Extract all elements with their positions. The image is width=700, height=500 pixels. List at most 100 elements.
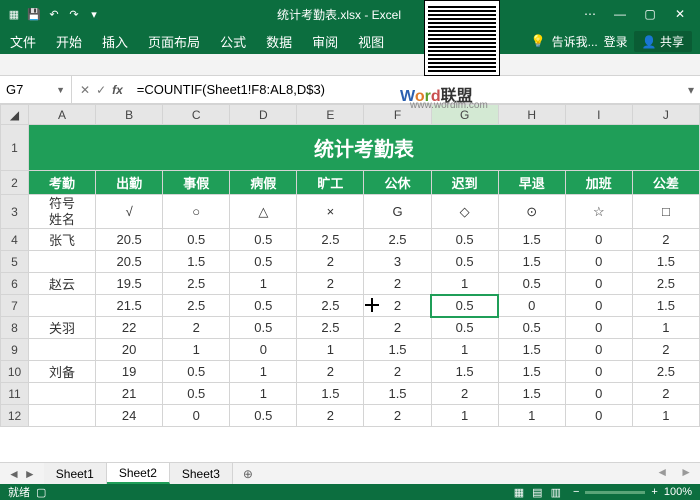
- sym-cell[interactable]: ○: [163, 195, 230, 229]
- data-cell[interactable]: 2: [632, 229, 699, 251]
- namebox-dropdown-icon[interactable]: ▼: [56, 85, 65, 95]
- data-cell[interactable]: 1.5: [163, 251, 230, 273]
- login-link[interactable]: 登录: [604, 33, 628, 50]
- col-H[interactable]: H: [498, 105, 565, 125]
- data-cell[interactable]: 1: [431, 339, 498, 361]
- data-cell[interactable]: 0.5: [163, 361, 230, 383]
- col-D[interactable]: D: [230, 105, 297, 125]
- hdr-cell[interactable]: 病假: [230, 171, 297, 195]
- data-cell[interactable]: 1: [230, 273, 297, 295]
- tab-data[interactable]: 数据: [256, 28, 302, 54]
- data-cell[interactable]: 0.5: [230, 251, 297, 273]
- data-cell[interactable]: 1.5: [632, 295, 699, 317]
- data-cell[interactable]: 1: [431, 405, 498, 427]
- data-cell[interactable]: 0: [230, 339, 297, 361]
- data-cell[interactable]: 2: [364, 295, 431, 317]
- row-hdr[interactable]: 2: [1, 171, 29, 195]
- data-cell[interactable]: 0: [565, 361, 632, 383]
- col-F[interactable]: F: [364, 105, 431, 125]
- data-cell[interactable]: 19: [96, 361, 163, 383]
- sheet-title[interactable]: 统计考勤表: [29, 125, 700, 171]
- data-cell[interactable]: 1: [431, 273, 498, 295]
- data-cell[interactable]: 21: [96, 383, 163, 405]
- row-hdr[interactable]: 1: [1, 125, 29, 171]
- data-cell[interactable]: 0: [565, 251, 632, 273]
- accept-formula-icon[interactable]: ✓: [96, 83, 106, 97]
- row-hdr[interactable]: 11: [1, 383, 29, 405]
- hdr-cell[interactable]: 事假: [163, 171, 230, 195]
- data-cell[interactable]: 0: [565, 383, 632, 405]
- undo-icon[interactable]: ↶: [46, 6, 62, 22]
- hdr-cell[interactable]: 公差: [632, 171, 699, 195]
- minimize-button[interactable]: —: [606, 4, 634, 24]
- data-cell[interactable]: 0: [163, 405, 230, 427]
- data-cell[interactable]: 2.5: [297, 229, 364, 251]
- data-cell[interactable]: 1: [230, 383, 297, 405]
- data-cell[interactable]: 1: [163, 339, 230, 361]
- data-cell[interactable]: 1.5: [498, 383, 565, 405]
- sym-cell[interactable]: ×: [297, 195, 364, 229]
- name-cell[interactable]: 刘备: [29, 361, 96, 383]
- macro-record-icon[interactable]: ▢: [36, 486, 46, 499]
- add-sheet-button[interactable]: ⊕: [233, 467, 263, 481]
- hdr-cell[interactable]: 公休: [364, 171, 431, 195]
- data-cell[interactable]: 20.5: [96, 229, 163, 251]
- hdr-cell[interactable]: 加班: [565, 171, 632, 195]
- fx-icon[interactable]: fx: [112, 83, 123, 97]
- data-cell[interactable]: 1.5: [431, 361, 498, 383]
- share-button[interactable]: 👤 共享: [634, 31, 692, 52]
- row-hdr[interactable]: 8: [1, 317, 29, 339]
- normal-view-icon[interactable]: ▦: [514, 486, 524, 499]
- row-hdr[interactable]: 6: [1, 273, 29, 295]
- data-cell[interactable]: 0.5: [230, 295, 297, 317]
- sym-cell[interactable]: G: [364, 195, 431, 229]
- data-cell[interactable]: 2.5: [297, 317, 364, 339]
- data-cell[interactable]: 1.5: [498, 361, 565, 383]
- name-box[interactable]: G7 ▼: [0, 76, 72, 103]
- tab-review[interactable]: 审阅: [302, 28, 348, 54]
- data-cell[interactable]: 22: [96, 317, 163, 339]
- tab-layout[interactable]: 页面布局: [138, 28, 210, 54]
- tab-formulas[interactable]: 公式: [210, 28, 256, 54]
- data-cell[interactable]: 1: [230, 361, 297, 383]
- hdr-cell[interactable]: 旷工: [297, 171, 364, 195]
- formula-input[interactable]: =COUNTIF(Sheet1!F8:AL8,D$3): [131, 82, 682, 97]
- data-cell[interactable]: 2: [632, 383, 699, 405]
- data-cell[interactable]: 2: [431, 383, 498, 405]
- data-cell[interactable]: 1: [297, 339, 364, 361]
- col-J[interactable]: J: [632, 105, 699, 125]
- tell-me[interactable]: 告诉我...: [552, 33, 598, 50]
- redo-icon[interactable]: ↷: [66, 6, 82, 22]
- data-cell[interactable]: 1.5: [498, 251, 565, 273]
- hdr-cell[interactable]: 考勤: [29, 171, 96, 195]
- data-cell[interactable]: 0.5: [163, 229, 230, 251]
- data-cell[interactable]: 1.5: [297, 383, 364, 405]
- name-cell[interactable]: [29, 405, 96, 427]
- row-hdr[interactable]: 5: [1, 251, 29, 273]
- data-cell[interactable]: 2.5: [163, 273, 230, 295]
- row-hdr[interactable]: 12: [1, 405, 29, 427]
- sheet-tab[interactable]: Sheet1: [44, 463, 107, 484]
- col-I[interactable]: I: [565, 105, 632, 125]
- data-cell[interactable]: 0.5: [431, 317, 498, 339]
- sheet-tab[interactable]: Sheet2: [107, 463, 170, 484]
- data-cell[interactable]: 0.5: [498, 273, 565, 295]
- data-cell[interactable]: 0: [565, 405, 632, 427]
- save-icon[interactable]: 💾: [26, 6, 42, 22]
- data-cell[interactable]: 3: [364, 251, 431, 273]
- sym-cell[interactable]: ⊙: [498, 195, 565, 229]
- data-cell[interactable]: 1.5: [498, 339, 565, 361]
- tab-view[interactable]: 视图: [348, 28, 394, 54]
- data-cell[interactable]: 0: [565, 317, 632, 339]
- name-cell[interactable]: 关羽: [29, 317, 96, 339]
- data-cell[interactable]: 1.5: [632, 251, 699, 273]
- data-cell[interactable]: 0.5: [431, 229, 498, 251]
- close-button[interactable]: ✕: [666, 4, 694, 24]
- ribbon-options-icon[interactable]: ⋯: [576, 4, 604, 24]
- tab-insert[interactable]: 插入: [92, 28, 138, 54]
- name-cell[interactable]: 赵云: [29, 273, 96, 295]
- row-hdr[interactable]: 10: [1, 361, 29, 383]
- data-cell[interactable]: 2: [163, 317, 230, 339]
- data-cell[interactable]: 2: [364, 361, 431, 383]
- data-cell[interactable]: 24: [96, 405, 163, 427]
